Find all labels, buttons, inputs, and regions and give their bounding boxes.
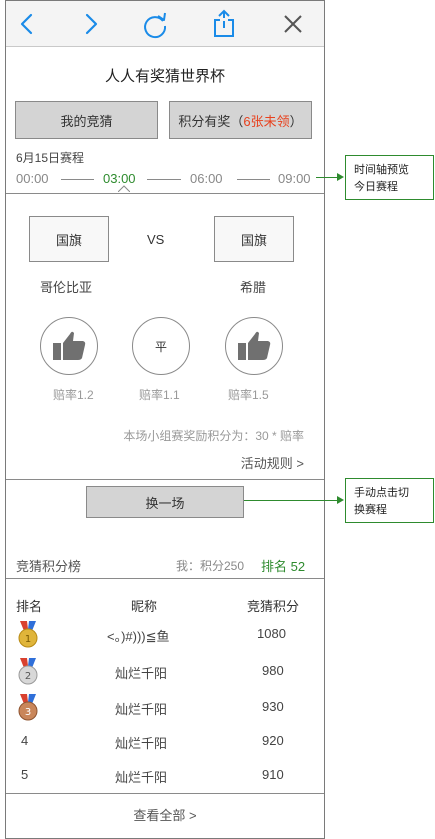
points: 930 (262, 699, 284, 714)
points: 980 (262, 663, 284, 678)
points: 920 (262, 733, 284, 748)
my-guess-button[interactable]: 我的竞猜 (15, 101, 158, 139)
points-prefix: 积分有奖（ (178, 113, 244, 129)
section-divider (6, 479, 324, 480)
time-slot-0900[interactable]: 09:00 (278, 171, 311, 186)
away-flag: 国旗 (214, 216, 294, 262)
close-button[interactable] (276, 7, 310, 41)
away-odds: 赔率1.5 (228, 388, 269, 402)
rank-number: 4 (21, 733, 29, 748)
annotation-arrowhead (337, 173, 344, 181)
refresh-button[interactable] (138, 7, 172, 41)
home-flag: 国旗 (29, 216, 109, 262)
phone-frame: 人人有奖猜世界杯 我的竞猜 积分有奖（ 6张未领） 6月15日赛程 00:00 0… (5, 0, 325, 839)
time-slot-0600[interactable]: 06:00 (190, 171, 223, 186)
my-rank: 排名 52 (261, 559, 306, 574)
svg-text:2: 2 (25, 671, 31, 682)
share-icon (214, 9, 234, 37)
annotation-arrow (244, 500, 338, 501)
share-button[interactable] (207, 7, 241, 41)
thumbs-up-icon (238, 331, 271, 360)
note-line: 手动点击切 (354, 487, 409, 499)
close-icon (284, 15, 302, 33)
nickname: 灿烂千阳 (115, 736, 168, 751)
reward-note: 本场小组赛奖励积分为：30 * 赔率 (123, 429, 304, 443)
nickname: 灿烂千阳 (115, 702, 168, 717)
view-all-link[interactable]: 查看全部 > (6, 805, 324, 824)
annotation-arrowhead (337, 496, 344, 504)
annotation-arrow (316, 177, 338, 178)
browser-toolbar (6, 1, 324, 47)
switch-match-label: 换一场 (145, 495, 185, 511)
bronze-medal-icon: 3 (18, 694, 38, 721)
home-team-name: 哥伦比亚 (40, 280, 93, 295)
nickname: 灿烂千阳 (115, 770, 168, 785)
rank-number: 5 (21, 767, 29, 782)
caret-up-icon (118, 185, 130, 192)
note-line: 换赛程 (354, 504, 387, 516)
points: 910 (262, 767, 284, 782)
points: 1080 (257, 626, 286, 641)
table-row: 5 灿烂千阳 910 (6, 759, 324, 793)
my-score: 我：积分250 (176, 559, 245, 573)
my-guess-label: 我的竞猜 (60, 113, 113, 129)
header-rank: 排名 (16, 599, 43, 614)
home-odds: 赔率1.2 (53, 388, 94, 402)
points-reward-button[interactable]: 积分有奖（ 6张未领） (169, 101, 312, 139)
table-row: 4 灿烂千阳 920 (6, 725, 324, 759)
annotation-timeline-note: 时间轴预览 今日赛程 (345, 155, 434, 200)
away-team-name: 希腊 (240, 280, 267, 295)
header-points: 竞猜积分 (247, 599, 300, 614)
vs-label: VS (147, 232, 165, 247)
annotation-switch-note: 手动点击切 换赛程 (345, 478, 434, 523)
svg-text:1: 1 (25, 634, 31, 645)
time-slot-0000[interactable]: 00:00 (16, 171, 49, 186)
timeline-segment (237, 179, 270, 180)
section-divider (6, 193, 324, 194)
draw-label: 平 (154, 339, 167, 354)
vote-draw-button[interactable]: 平 (132, 317, 190, 375)
svg-text:3: 3 (25, 707, 31, 718)
vote-home-button[interactable] (40, 317, 98, 375)
section-divider (6, 793, 324, 794)
table-row: 2 灿烂千阳 980 (6, 655, 324, 689)
schedule-date: 6月15日赛程 (16, 151, 85, 165)
timeline-segment (61, 179, 94, 180)
activity-rules-link[interactable]: 活动规则 > (241, 453, 304, 472)
thumbs-up-icon (53, 331, 86, 360)
page-title: 人人有奖猜世界杯 (104, 68, 225, 85)
switch-match-button[interactable]: 换一场 (86, 486, 244, 518)
nickname: 灿烂千阳 (115, 666, 168, 681)
unclaimed-count: 6张未领 (243, 113, 290, 129)
header-nickname: 昵称 (131, 599, 158, 614)
timeline-segment (147, 179, 181, 180)
back-button[interactable] (10, 7, 44, 41)
refresh-icon (144, 12, 167, 39)
draw-odds: 赔率1.1 (139, 388, 180, 402)
nickname: <。)#)))≦鱼 (107, 629, 170, 644)
leaderboard-title: 竞猜积分榜 (16, 559, 82, 574)
silver-medal-icon: 2 (18, 658, 38, 685)
forward-button[interactable] (74, 7, 108, 41)
gold-medal-icon: 1 (18, 621, 38, 648)
vote-away-button[interactable] (225, 317, 283, 375)
table-row: 1 <。)#)))≦鱼 1080 (6, 618, 324, 652)
chevron-left-icon (20, 13, 33, 35)
chevron-right-icon (85, 13, 98, 35)
schedule-timeline: 00:00 03:00 06:00 09:00 (6, 167, 324, 192)
note-line: 时间轴预览 (354, 164, 409, 176)
note-line: 今日赛程 (354, 181, 398, 193)
section-divider (6, 578, 324, 579)
points-suffix: ） (289, 113, 303, 129)
table-row: 3 灿烂千阳 930 (6, 691, 324, 725)
